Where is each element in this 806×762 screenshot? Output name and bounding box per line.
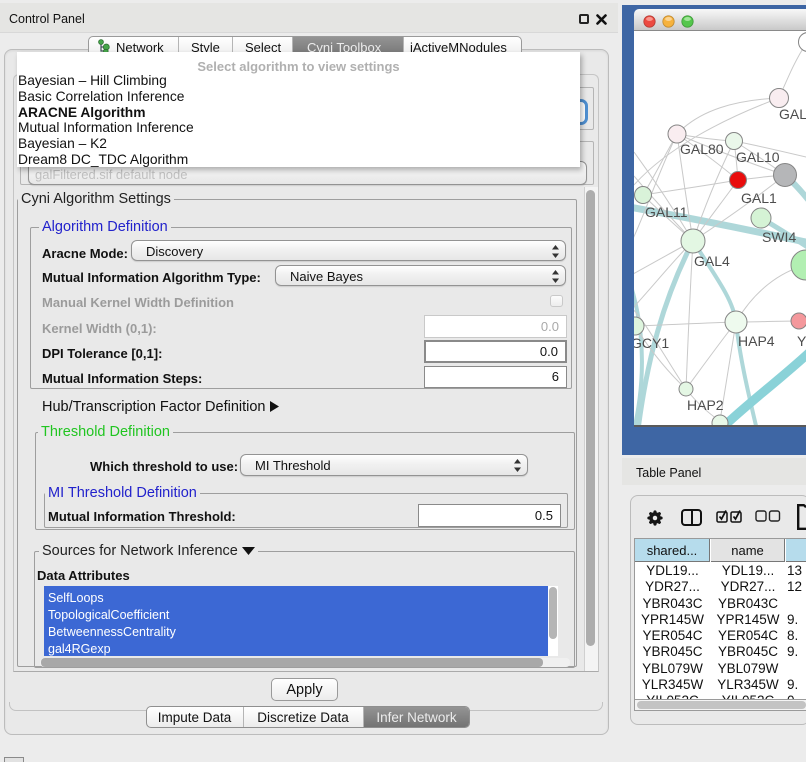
svg-text:SWI4: SWI4 — [762, 229, 796, 245]
svg-text:GAL4: GAL4 — [694, 253, 730, 269]
svg-text:GAL7: GAL7 — [779, 106, 806, 122]
svg-text:GAL80: GAL80 — [680, 141, 724, 157]
svg-text:GAL1: GAL1 — [741, 190, 777, 206]
svg-text:HAP4: HAP4 — [738, 333, 775, 349]
svg-text:GCY1: GCY1 — [634, 335, 669, 351]
svg-text:HAP2: HAP2 — [687, 397, 724, 413]
svg-text:GAL11: GAL11 — [645, 204, 688, 220]
svg-text:GAL10: GAL10 — [736, 149, 780, 165]
svg-text:Y: Y — [797, 333, 806, 349]
